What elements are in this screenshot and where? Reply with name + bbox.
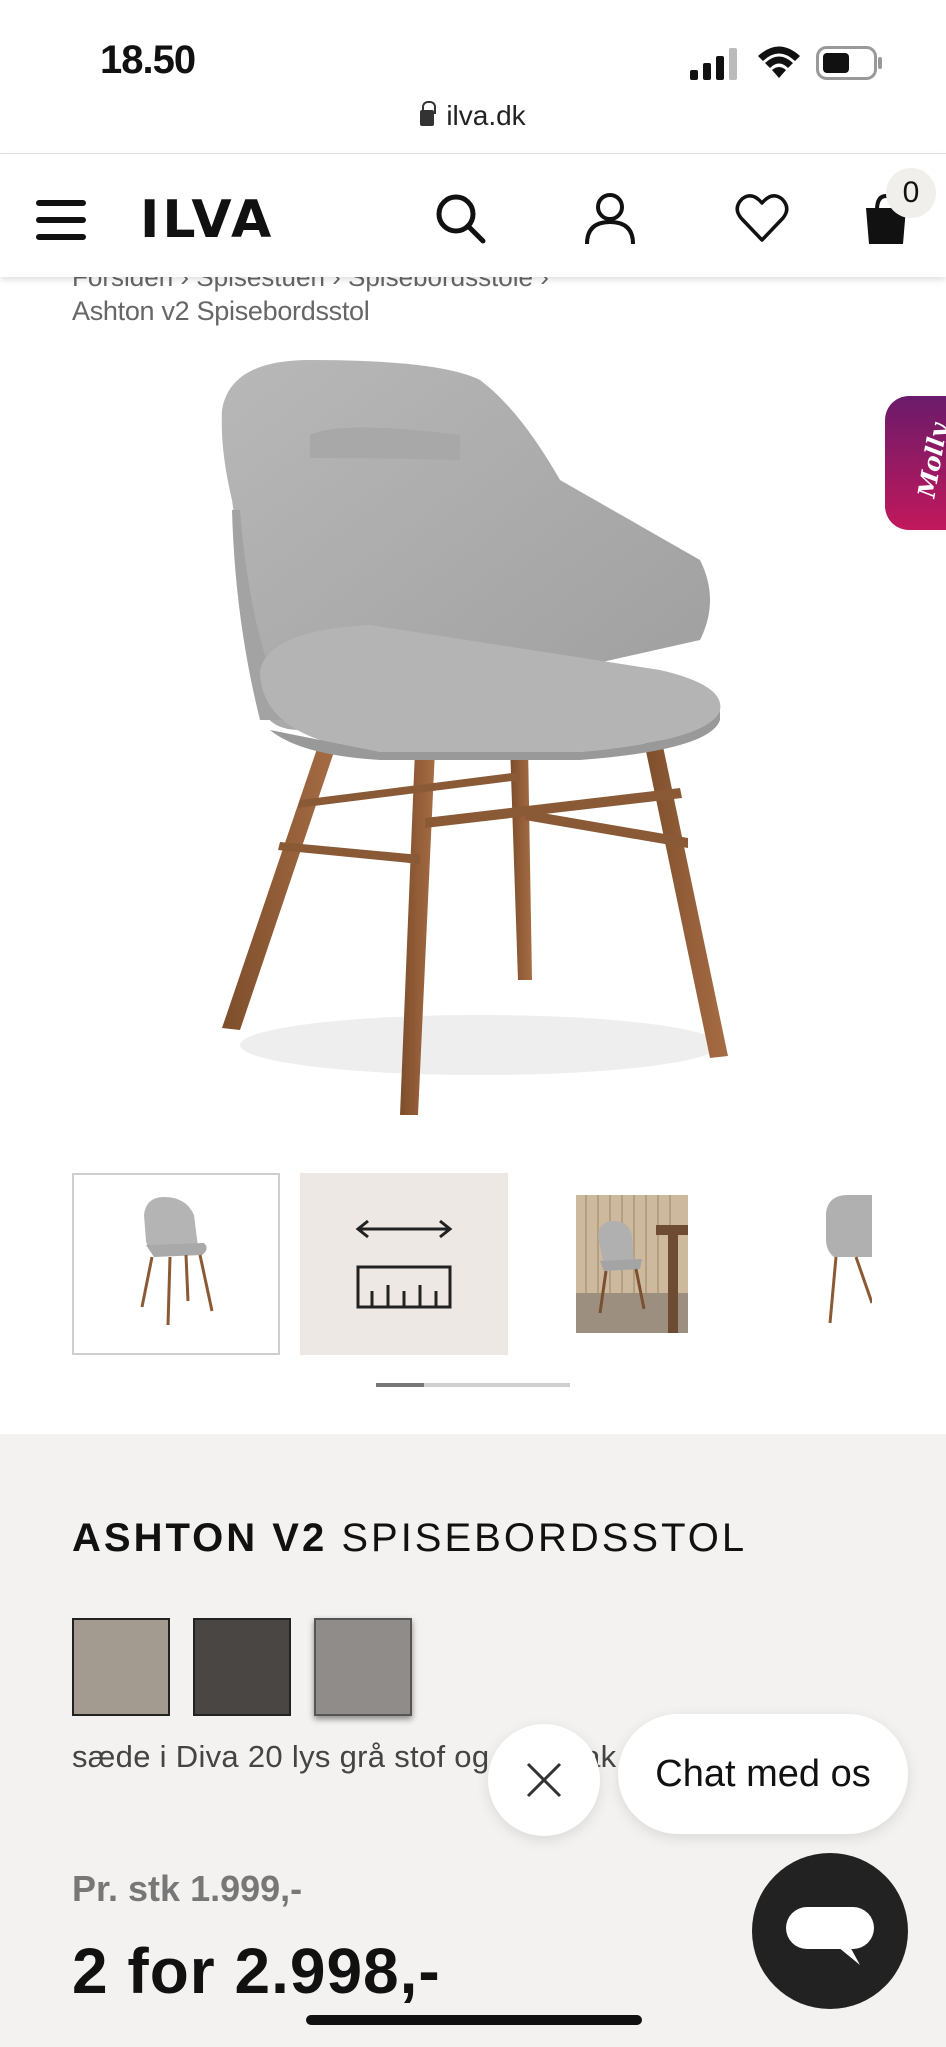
ruler-dimensions-icon: [355, 1219, 453, 1309]
status-bar: 18.50 ilva.dk: [0, 0, 946, 152]
color-swatch-beige[interactable]: [72, 1618, 170, 1716]
chat-bubble-icon: [786, 1907, 874, 1965]
chat-close-button[interactable]: [488, 1724, 600, 1836]
close-icon: [526, 1762, 562, 1798]
clock: 18.50: [100, 38, 196, 82]
url-text: ilva.dk: [446, 100, 526, 131]
battery-icon: [816, 46, 882, 80]
ilva-logo[interactable]: ILVA: [140, 194, 274, 246]
chat-prompt-bubble[interactable]: Chat med os: [618, 1714, 908, 1834]
molly-label: Molly: [911, 421, 946, 500]
offer-price: 2 for 2.998,-: [72, 1935, 441, 2007]
thumbnail-scrollbar-thumb[interactable]: [376, 1383, 424, 1387]
molly-assistant-tab[interactable]: Molly: [885, 396, 946, 530]
search-icon[interactable]: [432, 190, 488, 246]
chair-side-thumbnail-image: [826, 1195, 872, 1324]
room-scene-image: [576, 1195, 688, 1333]
product-main-image[interactable]: [180, 340, 780, 1130]
product-title: ASHTON V2 SPISEBORDSSTOL: [72, 1516, 747, 1561]
account-icon[interactable]: [582, 190, 638, 246]
chair-thumbnail-image: [140, 1197, 214, 1326]
thumbnail-chair-front[interactable]: [72, 1173, 280, 1355]
cellular-signal-icon: [690, 48, 737, 80]
color-swatch-light-grey-selected[interactable]: [314, 1618, 412, 1716]
wifi-icon: [758, 46, 800, 78]
cart-count-badge: 0: [886, 168, 936, 218]
chat-launcher-button[interactable]: [752, 1853, 908, 2009]
product-name-rest: SPISEBORDSSTOL: [341, 1516, 748, 1560]
address-bar[interactable]: ilva.dk: [0, 100, 946, 132]
thumbnail-dimensions[interactable]: [300, 1173, 508, 1355]
wishlist-heart-icon[interactable]: [734, 190, 790, 246]
product-name-bold: ASHTON V2: [72, 1516, 328, 1560]
unit-price: Pr. stk 1.999,-: [72, 1868, 303, 1909]
lock-icon: [420, 101, 437, 126]
site-header: ILVA: [0, 153, 946, 277]
thumbnail-chair-side[interactable]: [756, 1173, 872, 1355]
home-indicator[interactable]: [306, 2015, 642, 2025]
menu-icon[interactable]: [36, 200, 86, 240]
thumbnail-room-scene[interactable]: [528, 1173, 736, 1355]
color-swatch-dark-grey[interactable]: [193, 1618, 291, 1716]
breadcrumb-current: Ashton v2 Spisebordsstol: [72, 296, 370, 326]
